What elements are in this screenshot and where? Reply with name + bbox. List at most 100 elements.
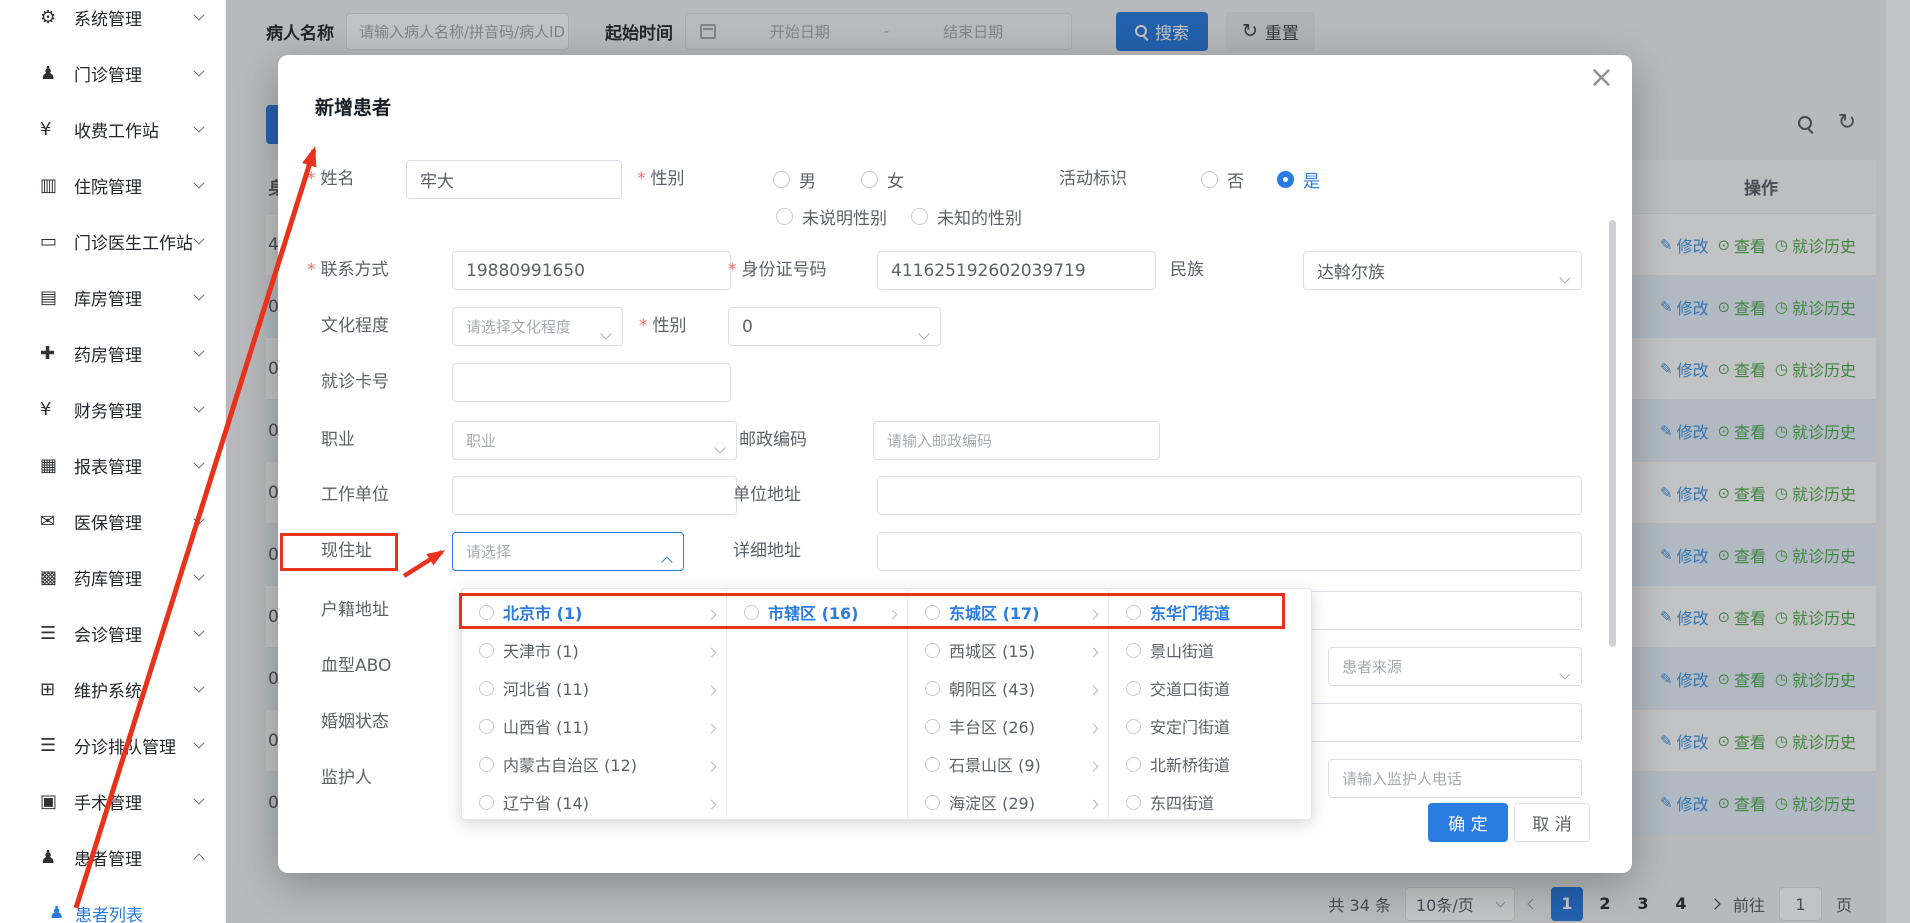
field-label-gender-code: 性别 xyxy=(639,307,687,346)
sidebar-item-system[interactable]: ⚙ 系统管理 xyxy=(0,0,225,45)
cascader-option-shanxi[interactable]: 山西省 (11) xyxy=(462,707,726,745)
chevron-down-icon xyxy=(193,233,204,244)
app-root: ⚙ 系统管理 ♟ 门诊管理 ¥ 收费工作站 ▥ 住院管理 ▭ 门诊医生工 xyxy=(0,0,1910,923)
cancel-button[interactable]: 取 消 xyxy=(1514,803,1590,842)
ethnicity-select[interactable]: 达斡尔族 xyxy=(1303,251,1582,290)
sidebar-item-surgery[interactable]: ▣ 手术管理 xyxy=(0,773,225,829)
cascader-option-andingmen[interactable]: 安定门街道 xyxy=(1109,707,1312,745)
cascader-option-haidian[interactable]: 海淀区 (29) xyxy=(908,783,1108,819)
work-address-input[interactable] xyxy=(877,476,1582,515)
chevron-down-icon xyxy=(193,513,204,524)
cascader-option-jingshan[interactable]: 景山街道 xyxy=(1109,631,1312,669)
cascader-option-chaoyang[interactable]: 朝阳区 (43) xyxy=(908,669,1108,707)
sidebar-item-finance[interactable]: ¥ 财务管理 xyxy=(0,381,225,437)
chevron-down-icon xyxy=(193,289,204,300)
radio-circle xyxy=(1126,719,1141,734)
current-address-select[interactable]: 请选择 xyxy=(452,532,684,571)
cascader-option-shixiaqu[interactable]: 市辖区 (16) xyxy=(727,593,907,631)
field-label-education: 文化程度 xyxy=(321,307,389,346)
sidebar-item-label: 财务管理 xyxy=(74,397,195,422)
chart-icon: ▥ xyxy=(40,175,68,196)
sidebar-item-outpatient[interactable]: ♟ 门诊管理 xyxy=(0,45,225,101)
detail-address-input[interactable] xyxy=(877,532,1582,571)
sidebar-item-insurance[interactable]: ✉ 医保管理 xyxy=(0,493,225,549)
chevron-down-icon xyxy=(193,793,204,804)
sidebar-item-charging-station[interactable]: ¥ 收费工作站 xyxy=(0,101,225,157)
card-no-input[interactable] xyxy=(452,363,731,402)
add-patient-modal: 新增患者 × 姓名 牢大 性别 男 女 活动标识 否 是 未说明性别 xyxy=(278,55,1632,873)
cascader-option-xicheng[interactable]: 西城区 (15) xyxy=(908,631,1108,669)
sidebar-item-inpatient[interactable]: ▥ 住院管理 xyxy=(0,157,225,213)
radio-circle xyxy=(1126,795,1141,810)
field-label-id-number: 身份证号码 xyxy=(728,251,827,290)
radio-active-no[interactable]: 否 xyxy=(1201,160,1244,199)
work-unit-input[interactable] xyxy=(452,476,737,515)
sidebar-item-maintenance[interactable]: ⊞ 维护系统 xyxy=(0,661,225,717)
sidebar-item-label: 药房管理 xyxy=(74,341,195,366)
sidebar-item-label: 住院管理 xyxy=(74,173,195,198)
cascader-option-donghuamen[interactable]: 东华门街道 xyxy=(1109,593,1312,631)
cascader-option-dongcheng[interactable]: 东城区 (17) xyxy=(908,593,1108,631)
contact-input[interactable]: 19880991650 xyxy=(452,251,731,290)
sidebar-item-label: 系统管理 xyxy=(74,5,195,30)
cascader-option-fengtai[interactable]: 丰台区 (26) xyxy=(908,707,1108,745)
confirm-button[interactable]: 确 定 xyxy=(1428,803,1508,842)
cascader-option-jiaodaokou[interactable]: 交道口街道 xyxy=(1109,669,1312,707)
sidebar-item-doctor-station[interactable]: ▭ 门诊医生工作站 xyxy=(0,213,225,269)
chevron-right-icon xyxy=(708,793,715,812)
modal-scrollbar[interactable] xyxy=(1609,220,1616,647)
sidebar-item-triage-queue[interactable]: ☰ 分诊排队管理 xyxy=(0,717,225,773)
field-label-occupation: 职业 xyxy=(321,421,355,460)
radio-gender-female[interactable]: 女 xyxy=(861,160,904,199)
sidebar-item-reports[interactable]: ▦ 报表管理 xyxy=(0,437,225,493)
cascader-option-hebei[interactable]: 河北省 (11) xyxy=(462,669,726,707)
cascader-option-neimenggu[interactable]: 内蒙古自治区 (12) xyxy=(462,745,726,783)
cascader-option-shijingshan[interactable]: 石景山区 (9) xyxy=(908,745,1108,783)
radio-circle xyxy=(479,681,494,696)
radio-circle xyxy=(925,795,940,810)
yen-icon: ¥ xyxy=(40,399,68,420)
radio-active-yes[interactable]: 是 xyxy=(1277,160,1320,199)
radio-circle xyxy=(479,605,494,620)
id-number-input[interactable]: 411625192602039719 xyxy=(877,251,1156,290)
radio-gender-unstated[interactable]: 未说明性别 xyxy=(776,197,887,236)
list-icon: ☰ xyxy=(40,623,68,644)
cascader-option-beixinqiao[interactable]: 北新桥街道 xyxy=(1109,745,1312,783)
sidebar-item-consultation[interactable]: ☰ 会诊管理 xyxy=(0,605,225,661)
field-label-blood-abo: 血型ABO xyxy=(321,647,391,686)
name-input[interactable]: 牢大 xyxy=(406,160,622,199)
radio-circle xyxy=(911,208,928,225)
sidebar-item-patient-list[interactable]: ♟ 患者列表 xyxy=(0,885,225,923)
field-label-active-flag: 活动标识 xyxy=(1059,160,1127,199)
radio-circle xyxy=(1126,605,1141,620)
sidebar-item-drugstore[interactable]: ▩ 药库管理 xyxy=(0,549,225,605)
cascader-option-dongsi[interactable]: 东四街道 xyxy=(1109,783,1312,819)
chevron-down-icon xyxy=(193,65,204,76)
chevron-right-icon xyxy=(1090,755,1097,774)
cascader-option-tianjin[interactable]: 天津市 (1) xyxy=(462,631,726,669)
occupation-select[interactable]: 职业 xyxy=(452,421,737,460)
cascader-province-column: 北京市 (1) 天津市 (1) 河北省 (11) 山西省 (11) xyxy=(462,589,727,819)
radio-gender-unknown[interactable]: 未知的性别 xyxy=(911,197,1022,236)
sidebar-item-pharmacy[interactable]: ✚ 药房管理 xyxy=(0,325,225,381)
patient-source-select[interactable]: 患者来源 xyxy=(1328,647,1582,686)
medical-cross-icon: ✚ xyxy=(40,343,68,364)
radio-gender-male[interactable]: 男 xyxy=(773,160,816,199)
guardian-phone-input[interactable]: 请输入监护人电话 xyxy=(1328,759,1582,798)
gender-code-select[interactable]: 0 xyxy=(728,307,941,346)
postal-input[interactable]: 请输入邮政编码 xyxy=(873,421,1160,460)
monitor-icon: ▭ xyxy=(40,231,68,252)
field-label-detail-address: 详细地址 xyxy=(733,532,801,571)
chevron-up-icon xyxy=(193,853,204,864)
cascader-option-liaoning[interactable]: 辽宁省 (14) xyxy=(462,783,726,819)
education-select[interactable]: 请选择文化程度 xyxy=(452,307,623,346)
field-label-ethnicity: 民族 xyxy=(1170,251,1204,290)
sidebar-item-warehouse[interactable]: ▤ 库房管理 xyxy=(0,269,225,325)
modal-title: 新增患者 xyxy=(315,93,391,120)
cascader-option-beijing[interactable]: 北京市 (1) xyxy=(462,593,726,631)
sidebar-item-patient[interactable]: ♟ 患者管理 xyxy=(0,829,225,885)
sidebar-item-label: 分诊排队管理 xyxy=(74,733,195,758)
chevron-down-icon xyxy=(193,625,204,636)
sidebar-item-label: 药库管理 xyxy=(74,565,195,590)
close-icon[interactable]: × xyxy=(1589,63,1614,93)
